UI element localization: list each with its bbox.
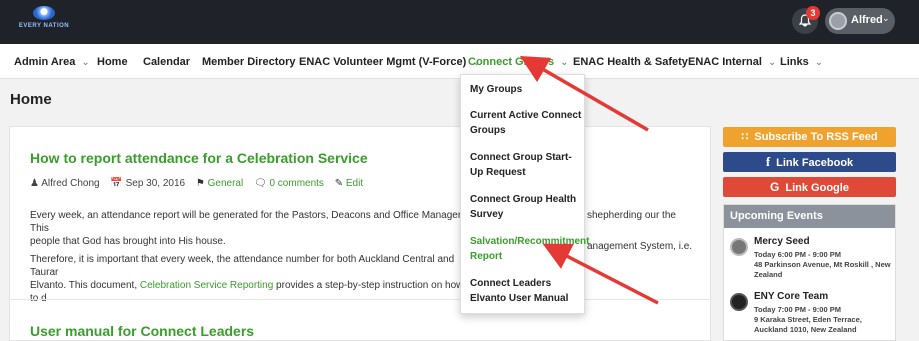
author: ♟ Alfred Chong <box>30 178 100 189</box>
every-nation-logo[interactable]: EVERY NATION <box>14 6 74 38</box>
nav-label: Home <box>97 56 128 68</box>
paragraph-1-tail: shepherding our the <box>587 210 676 221</box>
nav-label: Member Directory <box>202 56 296 68</box>
author-name: Alfred Chong <box>41 178 100 189</box>
group-icon <box>730 238 748 256</box>
event-name: ENY Core Team <box>754 291 829 302</box>
menu-item-elvanto-manual[interactable]: Connect Leaders Elvanto User Manual <box>470 276 582 306</box>
event-time: Today 6:00 PM - 9:00 PM <box>754 250 841 259</box>
post-title-link[interactable]: How to report attendance for a Celebrati… <box>30 150 368 166</box>
event-time: Today 7:00 PM - 9:00 PM <box>754 305 841 314</box>
nav-label: ENAC Health & Safety <box>573 56 688 68</box>
button-label: Link Facebook <box>776 157 854 169</box>
notifications-button[interactable]: 3 <box>792 6 820 34</box>
nav-enac-internal[interactable]: ENAC Internal ⌄ <box>688 56 776 68</box>
celebration-service-reporting-link[interactable]: Celebration Service Reporting <box>140 280 273 291</box>
category-text: General <box>207 178 244 189</box>
nav-member-directory[interactable]: Member Directory <box>202 56 296 68</box>
user-menu[interactable]: Alfred ⌄ <box>825 8 895 34</box>
nav-home[interactable]: Home <box>97 56 128 68</box>
calendar-icon: 📅 <box>110 178 123 189</box>
user-icon: ♟ <box>30 178 39 189</box>
chevron-down-icon: ⌄ <box>81 57 90 68</box>
nav-label: ENAC Volunteer Mgmt (V-Force) <box>299 56 467 68</box>
pencil-icon: ✎ <box>334 178 344 189</box>
nav-label: Links <box>780 56 809 68</box>
nav-label: Calendar <box>143 56 191 68</box>
paragraph-1: Every week, an attendance report will be… <box>30 209 465 248</box>
nav-health-safety[interactable]: ENAC Health & Safety <box>573 56 688 68</box>
button-label: Subscribe To RSS Feed <box>754 131 878 143</box>
subscribe-rss-button[interactable]: ∷ Subscribe To RSS Feed <box>723 127 896 147</box>
avatar <box>829 12 847 30</box>
notification-badge: 3 <box>806 6 820 20</box>
comment-icon: 🗨 <box>253 178 267 189</box>
nav-connect-groups[interactable]: Connect Groups ⌄ <box>468 56 569 68</box>
nav-label: Admin Area <box>14 56 76 68</box>
post-title-link-2[interactable]: User manual for Connect Leaders <box>30 323 254 339</box>
chevron-down-icon: ⌄ <box>560 57 569 68</box>
tag-icon: ⚑ <box>195 178 205 189</box>
button-label: Link Google <box>785 182 849 194</box>
paragraph-2-tail: anagement System, i.e. <box>587 241 693 252</box>
page-title: Home <box>10 91 52 108</box>
globe-icon <box>33 6 55 20</box>
post-meta: ♟ Alfred Chong 📅 Sep 30, 2016 ⚑ General … <box>30 178 371 189</box>
rss-icon: ∷ <box>741 131 749 143</box>
chevron-down-icon: ⌄ <box>882 13 890 23</box>
event-address: 48 Parkinson Avenue, Mt Roskill , New Ze… <box>754 260 891 279</box>
group-icon <box>730 293 748 311</box>
post-card: How to report attendance for a Celebrati… <box>9 126 711 341</box>
chevron-down-icon: ⌄ <box>767 57 777 68</box>
menu-item-salvation-report[interactable]: Salvation/Recommitment Report <box>470 234 589 264</box>
comments-text: 0 comments <box>269 178 324 189</box>
logo-text: EVERY NATION <box>18 23 70 29</box>
nav-label: Connect Groups <box>468 56 555 68</box>
comments-link[interactable]: 🗨 0 comments <box>254 178 324 189</box>
user-name: Alfred <box>851 14 883 26</box>
post-date: 📅 Sep 30, 2016 <box>110 178 185 189</box>
text: people that God has brought into His hou… <box>30 236 226 247</box>
paragraph-2: Therefore, it is important that every we… <box>30 253 465 305</box>
nav-volunteer-mgmt[interactable]: ENAC Volunteer Mgmt (V-Force) ⌄ <box>299 56 481 68</box>
text: Every week, an attendance report will be… <box>30 210 464 234</box>
text: Therefore, it is important that every we… <box>30 254 455 278</box>
facebook-icon: f <box>765 154 771 169</box>
edit-link[interactable]: ✎ Edit <box>335 178 363 189</box>
top-bar: EVERY NATION 3 Alfred ⌄ <box>0 0 919 44</box>
event-address: 9 Karaka Street, Eden Terrace, Auckland … <box>754 315 862 334</box>
link-google-button[interactable]: G Link Google <box>723 177 896 197</box>
date-text: Sep 30, 2016 <box>125 178 186 189</box>
events-header: Upcoming Events <box>724 205 895 228</box>
nav-admin-area[interactable]: Admin Area ⌄ <box>14 56 90 68</box>
menu-item-my-groups[interactable]: My Groups <box>470 82 582 97</box>
menu-item-health-survey[interactable]: Connect Group Health Survey <box>470 192 582 222</box>
text: Elvanto. This document, <box>30 280 140 291</box>
google-icon: G <box>770 180 780 194</box>
category-link[interactable]: ⚑ General <box>196 178 243 189</box>
post-body: Every week, an attendance report will be… <box>30 209 465 310</box>
upcoming-events-panel: Upcoming Events Mercy Seed Today 6:00 PM… <box>723 204 896 341</box>
event-name: Mercy Seed <box>754 236 810 247</box>
connect-groups-dropdown: My Groups Current Active Connect Groups … <box>460 74 589 314</box>
divider <box>10 299 710 300</box>
edit-text: Edit <box>345 178 364 189</box>
nav-links[interactable]: Links ⌄ <box>780 56 823 68</box>
menu-item-start-up-request[interactable]: Connect Group Start-Up Request <box>470 150 582 180</box>
link-facebook-button[interactable]: f Link Facebook <box>723 152 896 172</box>
menu-item-current-active-groups[interactable]: Current Active Connect Groups <box>470 108 582 138</box>
nav-label: ENAC Internal <box>688 56 762 68</box>
chevron-down-icon: ⌄ <box>814 57 824 68</box>
nav-calendar[interactable]: Calendar <box>143 56 190 68</box>
